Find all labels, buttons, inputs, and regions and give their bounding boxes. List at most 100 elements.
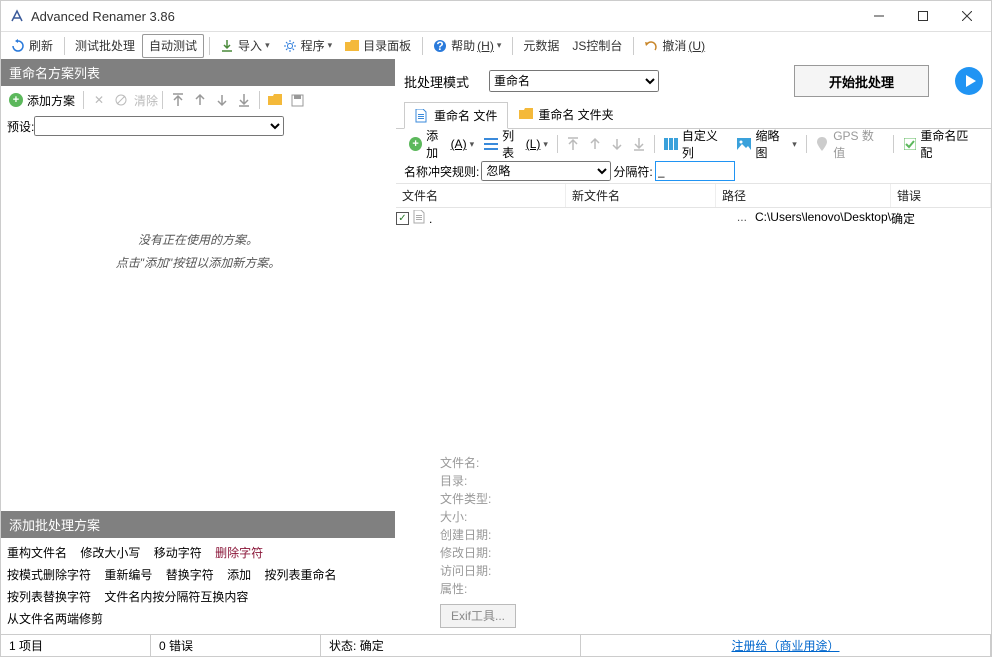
clear-schemes-button[interactable]	[110, 89, 132, 111]
sort-top-button[interactable]	[562, 132, 584, 156]
batch-mode-label: 批处理模式	[404, 72, 469, 91]
separator-label: 分隔符:	[613, 163, 652, 180]
window-title: Advanced Renamer 3.86	[31, 9, 857, 24]
jsconsole-button[interactable]: JS控制台	[566, 34, 628, 58]
thumbs-button[interactable]: 缩略图	[732, 132, 801, 156]
minimize-button[interactable]	[857, 1, 901, 31]
import-icon	[220, 39, 234, 53]
file-icon	[413, 210, 425, 227]
preset-select[interactable]	[34, 116, 284, 136]
tab-folders-label: 重命名 文件夹	[538, 106, 613, 123]
list-menu-button[interactable]: 列表 (L)	[479, 132, 553, 156]
exif-button[interactable]: Exif工具...	[440, 604, 516, 628]
titlebar: Advanced Renamer 3.86	[1, 1, 991, 31]
folder-icon	[345, 39, 359, 53]
scheme-trim[interactable]: 从文件名两端修剪	[7, 608, 103, 630]
row-checkbox[interactable]: ✓	[396, 212, 409, 225]
newname-cell	[566, 210, 716, 227]
image-icon	[737, 137, 751, 151]
refresh-icon	[11, 39, 25, 53]
move-down-button[interactable]	[211, 89, 233, 111]
scheme-listreplace[interactable]: 按列表替换字符	[7, 586, 91, 608]
tab-rename-folders[interactable]: 重命名 文件夹	[508, 101, 624, 128]
pin-icon	[816, 137, 829, 151]
undo-label: 撤消	[662, 37, 686, 54]
file-info-panel: 文件名: 目录: 文件类型: 大小: 创建日期: 修改日期: 访问日期: 属性:…	[396, 448, 656, 634]
separator-input[interactable]	[655, 161, 735, 181]
list-icon	[484, 137, 498, 151]
conflict-select[interactable]: 忽略	[481, 161, 611, 181]
scheme-add[interactable]: 添加	[227, 564, 251, 586]
delete-scheme-button[interactable]: ✕	[88, 89, 110, 111]
app-logo	[9, 8, 25, 24]
scheme-renumber[interactable]: 重新编号	[104, 564, 152, 586]
statusbar: 1 项目 0 错误 状态: 确定 注册给（商业用途）	[1, 634, 991, 656]
move-bottom-button[interactable]	[233, 89, 255, 111]
scheme-replace[interactable]: 替换字符	[166, 564, 214, 586]
refresh-button[interactable]: 刷新	[5, 34, 59, 58]
file-row[interactable]: ✓ . ... C:\Users\lenovo\Desktop\ 确定	[396, 208, 991, 229]
dirpanel-button[interactable]: 目录面板	[339, 34, 417, 58]
sort-down-button[interactable]	[606, 132, 628, 156]
custom-cols-button[interactable]: 自定义列	[659, 132, 733, 156]
program-button[interactable]: 程序	[277, 34, 339, 58]
file-icon	[415, 109, 429, 123]
add-scheme-button[interactable]: + 添加方案	[5, 89, 79, 111]
play-button[interactable]	[955, 67, 983, 95]
help-button[interactable]: ? 帮助 (H)	[427, 34, 507, 58]
help-label: 帮助	[451, 37, 475, 54]
clear-label: 清除	[134, 92, 158, 109]
files-toolbar: + 添加 (A) 列表 (L) 自定义列 缩略图	[396, 129, 991, 159]
col-filename[interactable]: 文件名	[396, 184, 566, 207]
import-label: 导入	[238, 37, 262, 54]
save-scheme-button[interactable]	[286, 89, 308, 111]
gps-button[interactable]: GPS 数值	[811, 132, 889, 156]
col-path[interactable]: 路径	[716, 184, 891, 207]
sort-bottom-button[interactable]	[628, 132, 650, 156]
scheme-case[interactable]: 修改大小写	[80, 542, 140, 564]
scheme-remove[interactable]: 删除字符	[215, 542, 263, 564]
col-error[interactable]: 错误	[891, 184, 991, 207]
register-link[interactable]: 注册给（商业用途）	[731, 637, 839, 654]
col-newname[interactable]: 新文件名	[566, 184, 716, 207]
scheme-restructure[interactable]: 重构文件名	[7, 542, 67, 564]
folder-icon	[519, 108, 533, 122]
add-scheme-panel-title: 添加批处理方案	[1, 511, 395, 538]
scheme-swap[interactable]: 文件名内按分隔符互换内容	[104, 586, 248, 608]
status-items: 1 项目	[1, 635, 151, 656]
empty-scheme-message: 没有正在使用的方案。 点击"添加"按钮以添加新方案。	[1, 138, 395, 511]
tab-rename-files[interactable]: 重命名 文件	[404, 102, 508, 129]
gear-icon	[283, 39, 297, 53]
filename-cell: .	[429, 212, 432, 226]
scheme-move[interactable]: 移动字符	[154, 542, 202, 564]
status-errors: 0 错误	[151, 635, 321, 656]
batch-mode-select[interactable]: 重命名	[489, 70, 659, 92]
testbatch-button[interactable]: 测试批处理	[69, 34, 141, 58]
undo-key: (U)	[688, 39, 705, 53]
plus-icon: +	[9, 93, 23, 107]
metadata-button[interactable]: 元数据	[517, 34, 565, 58]
help-icon: ?	[433, 39, 447, 53]
open-scheme-button[interactable]	[264, 89, 286, 111]
move-up-button[interactable]	[189, 89, 211, 111]
import-button[interactable]: 导入	[214, 34, 276, 58]
file-columns-header: 文件名 新文件名 路径 错误	[396, 183, 991, 208]
preset-label: 预设:	[7, 118, 34, 135]
sort-up-button[interactable]	[584, 132, 606, 156]
add-scheme-label: 添加方案	[27, 92, 75, 109]
scheme-removepattern[interactable]: 按模式删除字符	[7, 564, 91, 586]
autotest-button[interactable]: 自动测试	[142, 34, 204, 58]
tab-files-label: 重命名 文件	[434, 107, 497, 124]
move-top-button[interactable]	[167, 89, 189, 111]
rename-match-button[interactable]: 重命名匹配	[898, 132, 983, 156]
start-batch-button[interactable]: 开始批处理	[794, 65, 929, 97]
close-button[interactable]	[945, 1, 989, 31]
maximize-button[interactable]	[901, 1, 945, 31]
svg-text:?: ?	[436, 39, 443, 53]
add-files-button[interactable]: + 添加 (A)	[404, 132, 479, 156]
program-label: 程序	[301, 37, 325, 54]
undo-button[interactable]: 撤消 (U)	[638, 34, 711, 58]
scheme-listrename[interactable]: 按列表重命名	[264, 564, 336, 586]
status-state: 状态: 确定	[321, 635, 581, 656]
error-cell: 确定	[891, 210, 991, 227]
